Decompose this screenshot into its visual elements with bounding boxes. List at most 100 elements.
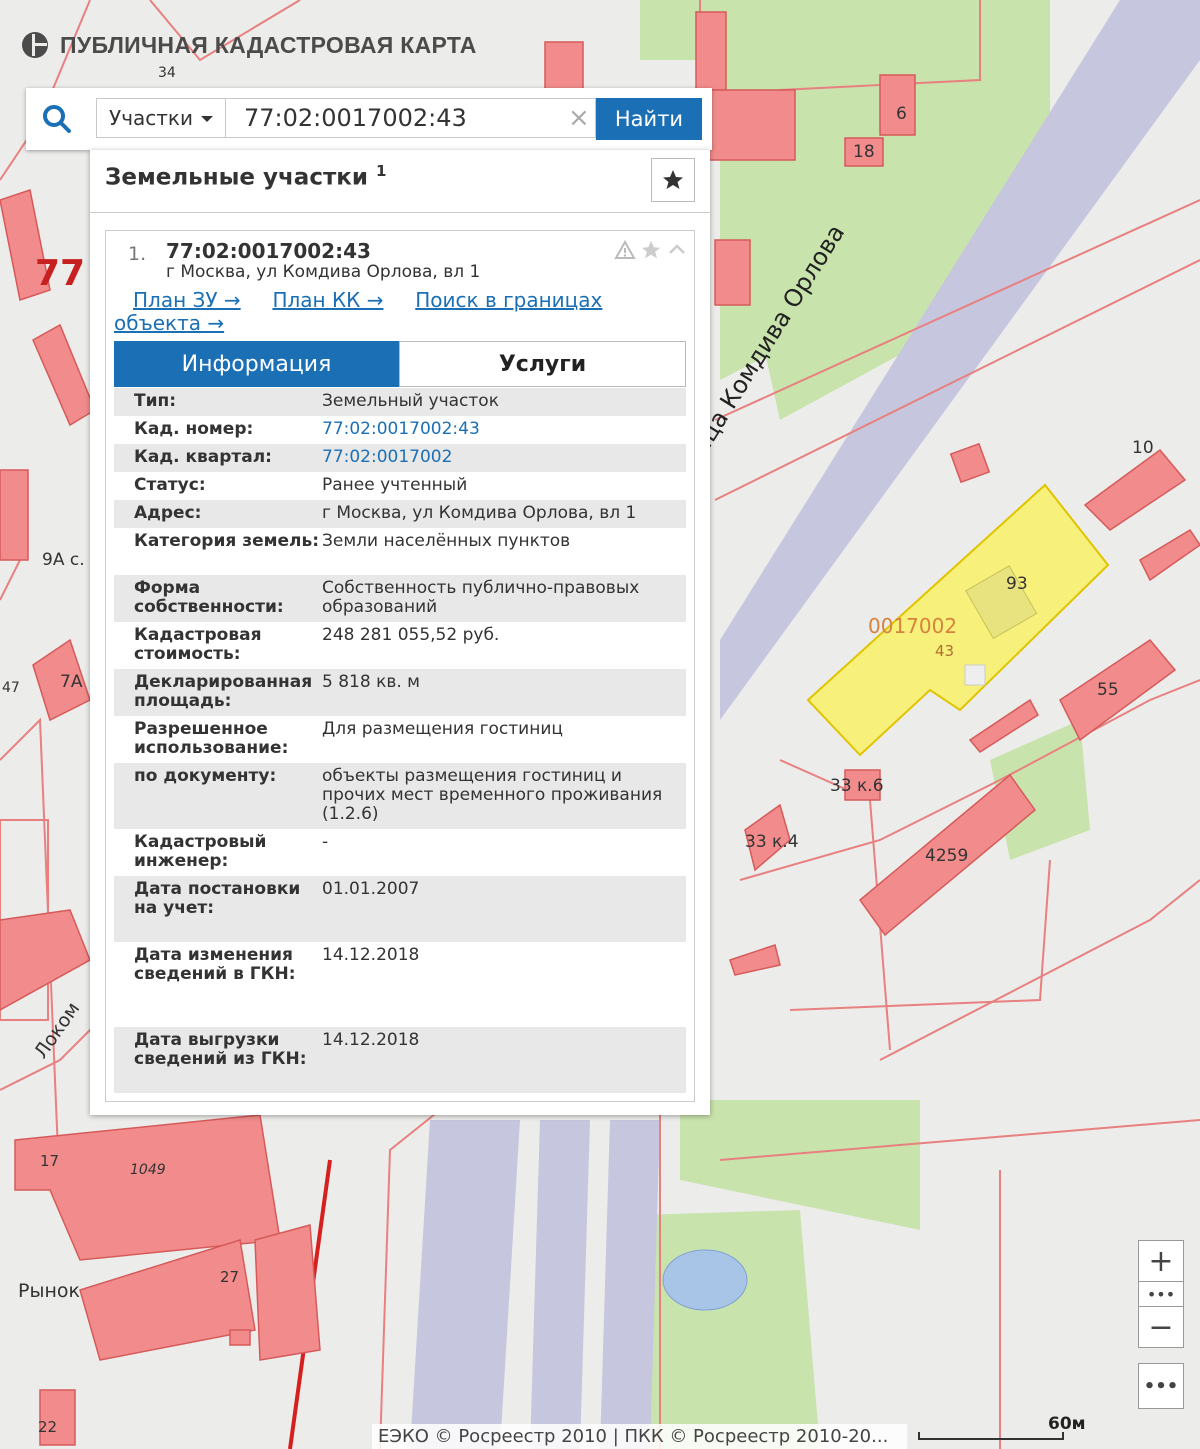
favorite-button[interactable]	[651, 158, 695, 202]
info-row-by-document: по документу: объекты размещения гостини…	[114, 763, 686, 829]
map-label-6: 6	[896, 104, 907, 124]
star-icon	[663, 170, 683, 189]
row-value: Собственность публично-правовых образова…	[322, 578, 640, 617]
row-label: Дата выгрузки сведений из ГКН:	[134, 1030, 307, 1069]
map-label-18: 18	[853, 142, 875, 162]
map-label-34: 34	[158, 65, 176, 81]
map-parcel-quarter: 0017002	[868, 614, 958, 638]
row-value: 248 281 055,52 руб.	[322, 625, 500, 645]
svg-text:77: 77	[35, 253, 85, 294]
search-input[interactable]	[226, 98, 596, 138]
info-row-declared-area: Декларированная площадь: 5 818 кв. м	[114, 669, 686, 716]
map-label-33k6: 10	[1132, 438, 1154, 458]
map-label-9a: 9А с.	[42, 550, 85, 570]
row-value: Для размещения гостиниц	[322, 719, 563, 739]
map-label-rynok: Рынок	[18, 1280, 80, 1302]
result-cad-number[interactable]: 77:02:0017002:43	[166, 239, 371, 263]
row-value: 14.12.2018	[322, 945, 420, 965]
row-label: Кадастровый инженер:	[134, 832, 267, 871]
search-bar: Участки × Найти	[26, 88, 712, 150]
info-row-registration-date: Дата постановки на учет: 01.01.2007	[114, 876, 686, 942]
map-label-33k7: 33 к.4	[745, 832, 799, 852]
map-label-1049: 1049	[130, 1162, 166, 1178]
row-label: Категория земель:	[134, 531, 320, 551]
row-label: Форма собственности:	[134, 578, 284, 617]
row-value: Ранее учтенный	[322, 475, 468, 495]
plan-zu-link[interactable]: План ЗУ →	[133, 288, 241, 312]
row-label: Декларированная площадь:	[134, 672, 313, 711]
chevron-down-icon	[201, 116, 213, 122]
result-card: 1. 77:02:0017002:43 г Москва, ул Комдива…	[105, 230, 695, 1102]
row-value: объекты размещения гостиниц и прочих мес…	[322, 766, 663, 824]
info-row-export-date: Дата выгрузки сведений из ГКН: 14.12.201…	[114, 1027, 686, 1093]
card-actions	[614, 239, 688, 261]
row-value-link[interactable]: 77:02:0017002	[322, 448, 686, 467]
map-label-33k4: 55	[1097, 680, 1119, 700]
logo-icon	[22, 32, 48, 58]
map-parcel-number: 43	[935, 642, 955, 660]
water	[662, 1249, 748, 1311]
find-button[interactable]: Найти	[596, 98, 702, 140]
row-label: Тип:	[134, 391, 177, 411]
info-table: Тип: Земельный участок Кад. номер: 77:02…	[114, 388, 686, 1093]
results-title: Земельные участки	[105, 164, 369, 191]
tab-info[interactable]: Информация	[114, 341, 399, 387]
search-type-label: Участки	[109, 106, 193, 130]
row-value: г Москва, ул Комдива Орлова, вл 1	[322, 503, 637, 523]
row-label: Кадастровая стоимость:	[134, 625, 262, 664]
zoom-in-button[interactable]: +	[1138, 1240, 1184, 1282]
scale-label: 60м	[1048, 1414, 1086, 1434]
map-label-33k7c2: 33 к.6	[830, 776, 884, 796]
row-value: Земельный участок	[322, 391, 499, 411]
search-icon[interactable]	[40, 102, 74, 136]
map-label-1c1: 93	[1006, 574, 1028, 594]
info-row-cad-value: Кадастровая стоимость: 248 281 055,52 ру…	[114, 622, 686, 669]
info-row-cad-number: Кад. номер: 77:02:0017002:43	[114, 416, 686, 444]
chevron-up-icon[interactable]	[666, 239, 688, 261]
map-label-22: 22	[38, 1418, 58, 1436]
search-type-select[interactable]: Участки	[96, 98, 226, 138]
map-label-47: 47	[2, 680, 20, 696]
result-index: 1.	[128, 243, 147, 265]
info-row-type: Тип: Земельный участок	[114, 388, 686, 416]
app-logo[interactable]: ПУБЛИЧНАЯ КАДАСТРОВАЯ КАРТА	[20, 30, 477, 60]
result-links: План ЗУ → План КК → Поиск в границах объ…	[114, 289, 674, 335]
map-label-17: 17	[40, 1152, 60, 1170]
info-tabs: Информация Услуги	[114, 341, 686, 387]
results-panel: Земельные участки 1 1. 77:02:0017002:43 …	[90, 150, 710, 1115]
map-label-33k5: 4259	[925, 846, 969, 866]
scale-bar	[918, 1432, 1064, 1440]
info-row-status: Статус: Ранее учтенный	[114, 472, 686, 500]
panel-title: Земельные участки 1	[105, 162, 386, 191]
zoom-controls: + ••• −	[1138, 1240, 1184, 1348]
row-label: Кад. номер:	[134, 419, 254, 439]
info-row-change-date: Дата изменения сведений в ГКН: 14.12.201…	[114, 942, 686, 1027]
row-label: Адрес:	[134, 503, 202, 523]
info-row-cad-quarter: Кад. квартал: 77:02:0017002	[114, 444, 686, 472]
row-value: 14.12.2018	[322, 1030, 420, 1050]
warning-icon[interactable]	[614, 240, 636, 260]
info-row-engineer: Кадастровый инженер: -	[114, 829, 686, 876]
panel-divider	[90, 212, 710, 213]
app-title: ПУБЛИЧНАЯ КАДАСТРОВАЯ КАРТА	[60, 31, 477, 58]
zoom-level-dots[interactable]: •••	[1138, 1282, 1184, 1306]
results-count: 1	[376, 162, 387, 180]
map-label-27: 27	[220, 1268, 240, 1286]
info-row-address: Адрес: г Москва, ул Комдива Орлова, вл 1	[114, 500, 686, 528]
row-label: по документу:	[134, 766, 277, 786]
row-value-link[interactable]: 77:02:0017002:43	[322, 420, 686, 439]
row-label: Статус:	[134, 475, 206, 495]
clear-search-icon[interactable]: ×	[568, 100, 590, 136]
star-outline-icon[interactable]	[640, 239, 662, 261]
row-label: Кад. квартал:	[134, 447, 272, 467]
row-label: Разрешенное использование:	[134, 719, 289, 758]
plan-kk-link[interactable]: План КК →	[272, 288, 383, 312]
row-label: Дата изменения сведений в ГКН:	[134, 945, 296, 984]
map-attribution: ЕЭКО © Росреестр 2010 | ПКК © Росреестр …	[372, 1424, 907, 1449]
row-value: Земли населённых пунктов	[322, 531, 571, 551]
row-value: 5 818 кв. м	[322, 672, 420, 692]
more-tools-button[interactable]: •••	[1138, 1363, 1184, 1409]
zoom-out-button[interactable]: −	[1138, 1306, 1184, 1348]
map-label-7a: 7А	[60, 672, 83, 692]
tab-services[interactable]: Услуги	[399, 341, 686, 387]
